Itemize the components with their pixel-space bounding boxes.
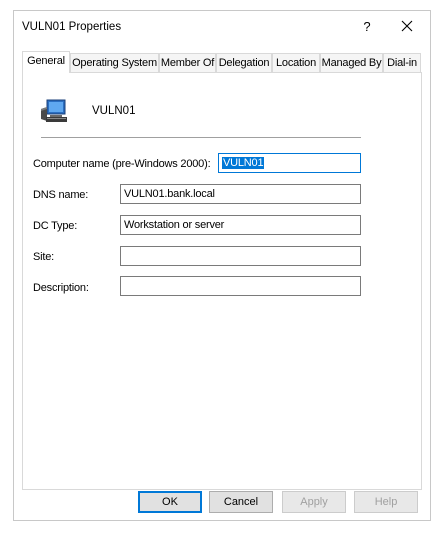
dc-type-label: DC Type: <box>33 220 78 232</box>
computer-name-heading: VULN01 <box>92 105 136 117</box>
tab-location[interactable]: Location <box>272 53 320 72</box>
tab-delegation[interactable]: Delegation <box>216 53 272 72</box>
properties-dialog: VULN01 Properties ? General Operating Sy… <box>13 10 431 521</box>
pre-windows-2000-label: Computer name (pre-Windows 2000): <box>33 158 211 170</box>
window-title: VULN01 Properties <box>22 21 122 33</box>
ok-button[interactable]: OK <box>138 491 202 513</box>
close-button[interactable] <box>392 15 422 39</box>
tab-managed-by[interactable]: Managed By <box>320 53 383 72</box>
tab-strip: General Operating System Member Of Deleg… <box>22 51 422 73</box>
divider <box>41 137 361 138</box>
computer-icon <box>41 99 67 122</box>
general-tab-panel: VULN01 Computer name (pre-Windows 2000):… <box>22 72 422 490</box>
description-label: Description: <box>33 282 89 294</box>
dns-name-label: DNS name: <box>33 189 89 201</box>
description-field[interactable] <box>120 276 361 296</box>
title-bar[interactable]: VULN01 Properties ? <box>14 11 430 43</box>
site-field[interactable] <box>120 246 361 266</box>
help-title-button[interactable]: ? <box>355 15 379 39</box>
tab-operating-system[interactable]: Operating System <box>70 53 159 72</box>
dns-name-field[interactable]: VULN01.bank.local <box>120 184 361 204</box>
site-label: Site: <box>33 251 55 263</box>
dc-type-field[interactable]: Workstation or server <box>120 215 361 235</box>
pre-windows-2000-field[interactable]: VULN01 <box>218 153 361 173</box>
close-icon <box>401 20 413 32</box>
tab-general[interactable]: General <box>22 51 70 73</box>
cancel-button[interactable]: Cancel <box>209 491 273 513</box>
selected-text: VULN01 <box>222 157 265 169</box>
apply-button[interactable]: Apply <box>282 491 346 513</box>
tab-member-of[interactable]: Member Of <box>159 53 216 72</box>
help-button[interactable]: Help <box>354 491 418 513</box>
tab-dial-in[interactable]: Dial-in <box>383 53 421 72</box>
